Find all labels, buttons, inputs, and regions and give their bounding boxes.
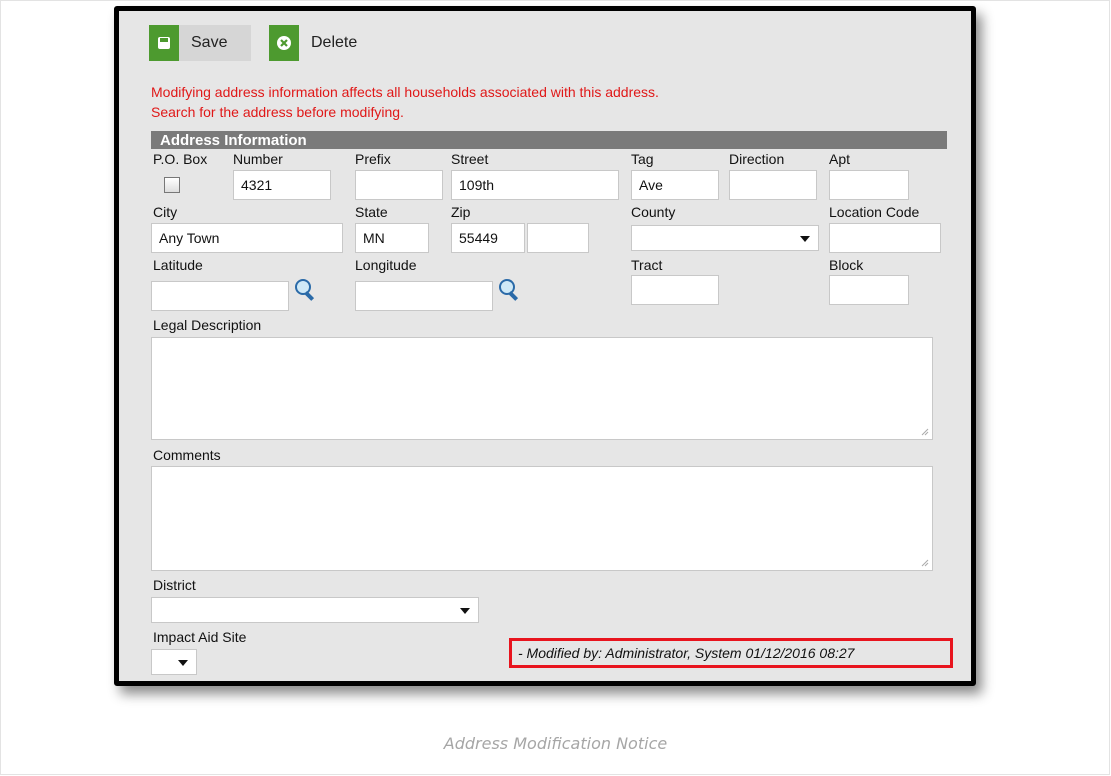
- street-label: Street: [451, 151, 489, 167]
- resize-grip-icon[interactable]: [921, 428, 929, 436]
- chevron-down-icon: [460, 608, 470, 614]
- warning-line-2: Search for the address before modifying.: [151, 104, 404, 120]
- warning-line-1: Modifying address information affects al…: [151, 84, 659, 100]
- figure-caption: Address Modification Notice: [443, 734, 668, 753]
- location-code-label: Location Code: [829, 204, 920, 220]
- district-select[interactable]: [151, 597, 479, 623]
- zip-field[interactable]: 55449: [451, 223, 525, 253]
- po-box-label: P.O. Box: [153, 151, 208, 167]
- tag-label: Tag: [631, 151, 654, 167]
- city-label: City: [153, 204, 178, 220]
- save-icon: [149, 25, 179, 61]
- delete-label: Delete: [311, 34, 358, 51]
- comments-label: Comments: [153, 447, 221, 463]
- po-box-checkbox[interactable]: [164, 177, 180, 193]
- direction-field[interactable]: [729, 170, 817, 200]
- apt-label: Apt: [829, 151, 851, 167]
- location-code-field[interactable]: [829, 223, 941, 253]
- modified-by-notice: - Modified by: Administrator, System 01/…: [509, 638, 953, 668]
- tract-field[interactable]: [631, 275, 719, 305]
- delete-icon: [269, 25, 299, 61]
- zip-ext-field[interactable]: [527, 223, 589, 253]
- comments-textarea[interactable]: [151, 466, 933, 571]
- tag-field[interactable]: Ave: [631, 170, 719, 200]
- apt-field[interactable]: [829, 170, 909, 200]
- legal-description-label: Legal Description: [153, 317, 262, 333]
- county-select[interactable]: [631, 225, 819, 251]
- latitude-label: Latitude: [153, 257, 203, 273]
- state-label: State: [355, 204, 388, 220]
- magnifier-icon[interactable]: [293, 277, 319, 301]
- direction-label: Direction: [729, 151, 785, 167]
- block-label: Block: [829, 257, 864, 273]
- district-label: District: [153, 577, 196, 593]
- block-field[interactable]: [829, 275, 909, 305]
- county-label: County: [631, 204, 676, 220]
- save-button[interactable]: Save: [149, 25, 251, 61]
- longitude-field[interactable]: [355, 281, 493, 311]
- number-field[interactable]: 4321: [233, 170, 331, 200]
- address-editor-screenshot: Save Delete Modifying address informatio…: [114, 6, 976, 686]
- save-label: Save: [191, 34, 228, 51]
- prefix-label: Prefix: [355, 151, 391, 167]
- legal-description-textarea[interactable]: [151, 337, 933, 440]
- state-field[interactable]: MN: [355, 223, 429, 253]
- prefix-field[interactable]: [355, 170, 443, 200]
- longitude-label: Longitude: [355, 257, 417, 273]
- chevron-down-icon: [800, 236, 810, 242]
- number-label: Number: [233, 151, 283, 167]
- magnifier-icon[interactable]: [497, 277, 523, 301]
- impact-aid-site-label: Impact Aid Site: [153, 629, 247, 645]
- tract-label: Tract: [631, 257, 663, 273]
- street-field[interactable]: 109th: [451, 170, 619, 200]
- chevron-down-icon: [178, 660, 188, 666]
- zip-label: Zip: [451, 204, 471, 220]
- latitude-field[interactable]: [151, 281, 289, 311]
- delete-button[interactable]: Delete: [269, 25, 389, 61]
- section-header: Address Information: [151, 131, 947, 149]
- impact-aid-site-select[interactable]: [151, 649, 197, 675]
- resize-grip-icon[interactable]: [921, 559, 929, 567]
- city-field[interactable]: Any Town: [151, 223, 343, 253]
- address-warning: Modifying address information affects al…: [151, 82, 659, 122]
